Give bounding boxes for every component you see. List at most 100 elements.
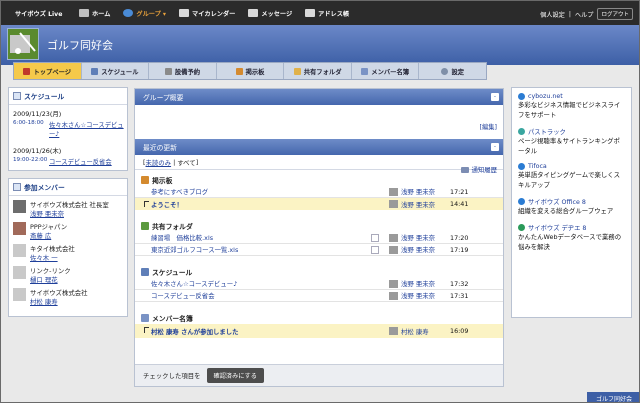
list-item[interactable]: 参考にすべきブログ 浅野 亜未奈 17:21 xyxy=(135,186,503,198)
filter-unread-link[interactable]: 未読のみ xyxy=(146,158,172,167)
facility-icon xyxy=(164,67,172,75)
item-title-link[interactable]: 佐々木さん☆コースデビュー♪ xyxy=(151,279,237,288)
check-mark-icon[interactable] xyxy=(144,201,149,207)
tab-schedule[interactable]: スケジュール xyxy=(82,63,150,79)
section-title: 掲示板 xyxy=(135,173,503,186)
list-item[interactable]: 練習場 価格比較.xls 浅野 亜未奈 17:20 xyxy=(135,232,503,244)
item-user[interactable]: 浅野 亜未奈 xyxy=(389,291,435,300)
item-user[interactable]: 浅野 亜未奈 xyxy=(389,233,435,242)
group-icon xyxy=(123,9,134,17)
gear-icon xyxy=(441,67,449,75)
item-title-link[interactable]: 村松 康寿 さんが参加しました xyxy=(151,327,239,336)
overview-collapse-button[interactable]: - xyxy=(491,93,499,101)
personal-settings-link[interactable]: 個人設定 xyxy=(540,10,565,19)
promo-text[interactable]: 英単語タイピングゲームで楽しくスキルアップ xyxy=(518,170,625,190)
item-user[interactable]: 浅野 亜未奈 xyxy=(389,187,435,196)
promo-item[interactable]: サイボウズ Office 8 組織を変える総合グループウェア xyxy=(512,194,631,216)
promo-source-label: Tifoca xyxy=(528,163,547,170)
item-title-link[interactable]: コースデビュー反省会 xyxy=(151,291,215,300)
promo-source[interactable]: サイボウズ デヂエ 8 xyxy=(518,223,625,232)
members-panel-header[interactable]: 参加メンバー xyxy=(9,179,127,196)
item-title-link[interactable]: 参考にすべきブログ xyxy=(151,187,208,196)
schedule-entry[interactable]: 19:00-22:00 コースデビュー反省会 xyxy=(9,157,127,166)
item-time: 17:31 xyxy=(450,291,469,300)
member-name-link[interactable]: 斎藤 広 xyxy=(30,231,67,240)
schedule-entry[interactable]: 6:00-18:00 佐々木さん☆コースデビュー♪ xyxy=(9,120,127,138)
nav-group[interactable]: グループ ▾ xyxy=(123,9,166,18)
member-name-link[interactable]: 村松 康寿 xyxy=(30,297,88,306)
promo-item[interactable]: cybozu.net 多彩なビジネス情報でビジネスライフをサポート xyxy=(512,88,631,120)
help-link[interactable]: ヘルプ xyxy=(575,10,594,19)
list-item[interactable]: 佐々木さん☆コースデビュー♪ 浅野 亜未奈 17:32 xyxy=(135,278,503,290)
recent-collapse-button[interactable]: - xyxy=(491,143,499,151)
group-title: ゴルフ同好会 xyxy=(47,39,113,52)
logout-button[interactable]: ログアウト xyxy=(597,8,633,20)
promo-source[interactable]: サイボウズ Office 8 xyxy=(518,197,625,206)
tab-board[interactable]: 掲示板 xyxy=(217,63,285,79)
section-title-label: 共有フォルダ xyxy=(152,222,193,231)
item-title-link[interactable]: 練習場 価格比較.xls xyxy=(151,233,213,242)
item-user[interactable]: 村松 康寿 xyxy=(389,327,429,336)
tab-label: 掲示板 xyxy=(245,68,265,76)
avatar xyxy=(13,266,26,279)
calendar-icon xyxy=(179,9,190,17)
filter-all[interactable]: すべて xyxy=(177,158,195,167)
list-item[interactable]: ようこそ！ 浅野 亜未奈 14:41 xyxy=(135,198,503,210)
list-item[interactable]: 村松 康寿 さんが参加しました 村松 康寿 16:09 xyxy=(135,324,503,338)
member-name-link[interactable]: 浅野 亜未奈 xyxy=(30,209,109,218)
top-navigation-bar: サイボウズ Live ホーム グループ ▾ マイカレンダー メッセージ アドレス… xyxy=(1,1,639,25)
notification-history-link[interactable]: 通知履歴 xyxy=(461,165,497,174)
promo-item[interactable]: Tifoca 英単語タイピングゲームで楽しくスキルアップ xyxy=(512,160,631,190)
nav-mycalendar[interactable]: マイカレンダー xyxy=(179,9,235,18)
nav-addressbook[interactable]: アドレス帳 xyxy=(305,9,349,18)
promo-text[interactable]: ページ視聴率＆サイトランキングポータル xyxy=(518,136,625,156)
tab-facility[interactable]: 設備予約 xyxy=(149,63,217,79)
member-name-link[interactable]: 樋口 理花 xyxy=(30,275,71,284)
section-title: 共有フォルダ xyxy=(135,219,503,232)
tab-label: 設定 xyxy=(451,68,465,76)
recent-section-folder: 共有フォルダ 練習場 価格比較.xls 浅野 亜未奈 17:20 東京近郊ゴルフ… xyxy=(135,219,503,256)
item-title-link[interactable]: ようこそ！ xyxy=(151,200,183,209)
list-item[interactable]: 東京近郊ゴルフコース一覧.xls 浅野 亜未奈 17:19 xyxy=(135,244,503,256)
item-title-link[interactable]: 東京近郊ゴルフコース一覧.xls xyxy=(151,245,238,254)
mark-confirmed-button[interactable]: 確認済みにする xyxy=(206,368,264,383)
download-icon[interactable] xyxy=(371,246,379,254)
item-user-name: 浅野 亜未奈 xyxy=(401,200,435,209)
overview-title: グループ概要 xyxy=(143,94,184,102)
list-item[interactable]: コースデビュー反省会 浅野 亜未奈 17:31 xyxy=(135,290,503,302)
member-company: リンク-リンク xyxy=(30,267,71,275)
promo-text[interactable]: かんたんWebデータベースで業務の悩みを解決 xyxy=(518,232,625,252)
recent-filter: [ 未読のみ | すべて ] 通知履歴 xyxy=(135,155,503,174)
promo-item[interactable]: パストラック ページ視聴率＆サイトランキングポータル xyxy=(512,124,631,156)
schedule-event-link[interactable]: コースデビュー反省会 xyxy=(49,157,127,166)
promo-source[interactable]: cybozu.net xyxy=(518,93,625,100)
overview-edit-link[interactable]: [編集] xyxy=(479,122,497,131)
promo-source[interactable]: Tifoca xyxy=(518,163,625,170)
tab-shared-folder[interactable]: 共有フォルダ xyxy=(284,63,352,79)
promo-item[interactable]: サイボウズ デヂエ 8 かんたんWebデータベースで業務の悩みを解決 xyxy=(512,220,631,252)
schedule-event-link[interactable]: 佐々木さん☆コースデビュー♪ xyxy=(49,120,127,138)
item-user[interactable]: 浅野 亜未奈 xyxy=(389,279,435,288)
check-mark-icon[interactable] xyxy=(144,327,149,333)
item-user[interactable]: 浅野 亜未奈 xyxy=(389,245,435,254)
nav-home[interactable]: ホーム xyxy=(79,9,110,18)
brand-logo[interactable]: サイボウズ Live xyxy=(1,9,79,18)
link-separator: | xyxy=(568,10,571,18)
item-user-name: 村松 康寿 xyxy=(401,327,429,336)
message-icon xyxy=(248,9,259,17)
tab-members[interactable]: メンバー名簿 xyxy=(352,63,420,79)
member-name-link[interactable]: 佐々木 一 xyxy=(30,253,75,262)
nav-message[interactable]: メッセージ xyxy=(248,9,292,18)
download-icon[interactable] xyxy=(371,234,379,242)
tab-settings[interactable]: 設定 xyxy=(419,63,486,79)
item-user[interactable]: 浅野 亜未奈 xyxy=(389,200,435,209)
group-logo-icon xyxy=(7,28,39,60)
promo-text[interactable]: 組織を変える総合グループウェア xyxy=(518,206,625,216)
board-icon xyxy=(141,175,149,184)
section-title: メンバー名簿 xyxy=(135,311,503,324)
promo-source[interactable]: パストラック xyxy=(518,127,625,136)
group-footer-tab[interactable]: ゴルフ同好会 xyxy=(587,392,639,402)
promo-text[interactable]: 多彩なビジネス情報でビジネスライフをサポート xyxy=(518,100,625,120)
schedule-panel-header[interactable]: スケジュール xyxy=(9,88,127,105)
tab-top-page[interactable]: トップページ xyxy=(14,63,82,79)
